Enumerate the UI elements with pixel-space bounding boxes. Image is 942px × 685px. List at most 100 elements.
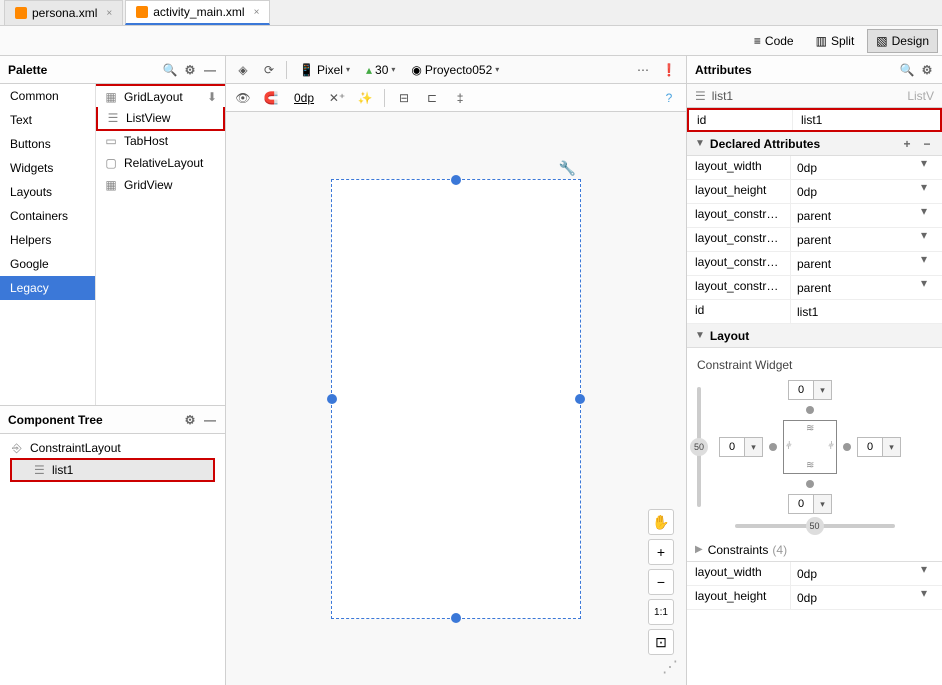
design-canvas[interactable]: 🔧 ⋰ ✋ + − 1:1 ⊡ — [226, 112, 686, 685]
palette-cat-helpers[interactable]: Helpers — [0, 228, 95, 252]
zoom-reset-button[interactable]: ⊡ — [648, 629, 674, 655]
magnet-icon[interactable]: 🧲 — [260, 87, 282, 109]
attr-value[interactable]: parent — [797, 209, 831, 223]
gear-icon[interactable]: ⚙ — [183, 63, 197, 77]
palette-item-listview[interactable]: ☰ ListView — [96, 107, 225, 131]
minimize-icon[interactable]: — — [203, 63, 217, 77]
attr-value[interactable]: parent — [797, 281, 831, 295]
constraint-anchor[interactable] — [806, 406, 814, 414]
palette-cat-common[interactable]: Common — [0, 84, 95, 108]
constraint-anchor[interactable] — [769, 443, 777, 451]
theme-selector[interactable]: ◉ Proyecto052 ▾ — [405, 63, 505, 77]
more-icon[interactable]: ⋯ — [632, 59, 654, 81]
horizontal-bias-slider[interactable]: 50 — [735, 524, 895, 528]
declared-attributes-header[interactable]: ▼ Declared Attributes + − — [687, 132, 942, 156]
constraint-anchor[interactable] — [806, 480, 814, 488]
constraint-box[interactable]: ⫩ ⫩ ≋ ≋ — [783, 420, 837, 474]
view-options-icon[interactable]: 👁 — [232, 87, 254, 109]
view-code-button[interactable]: ≡ Code — [745, 29, 803, 53]
resize-handle-top[interactable] — [451, 175, 461, 185]
resize-handle-right[interactable] — [575, 394, 585, 404]
attr-value[interactable]: parent — [797, 257, 831, 271]
resize-grip-icon[interactable]: ⋰ — [662, 657, 678, 677]
palette-cat-text[interactable]: Text — [0, 108, 95, 132]
margin-bottom-input[interactable]: 0 — [788, 494, 814, 514]
surface-select-icon[interactable]: ◈ — [232, 59, 254, 81]
palette-cat-google[interactable]: Google — [0, 252, 95, 276]
gear-icon[interactable]: ⚙ — [920, 63, 934, 77]
palette-item-gridlayout[interactable]: ▦ GridLayout ⬇ — [96, 84, 225, 108]
attr-value[interactable]: 0dp — [797, 567, 817, 581]
dropdown-icon[interactable]: ▾ — [916, 586, 932, 609]
zoom-in-button[interactable]: + — [648, 539, 674, 565]
view-split-button[interactable]: ▥ Split — [807, 29, 864, 53]
palette-cat-legacy[interactable]: Legacy — [0, 276, 95, 300]
bias-knob[interactable]: 50 — [806, 517, 824, 535]
download-icon[interactable]: ⬇ — [207, 90, 217, 104]
warnings-icon[interactable]: ❗ — [658, 59, 680, 81]
vertical-bias-slider[interactable]: 50 — [697, 387, 701, 507]
device-selector[interactable]: 📱 Pixel ▾ — [293, 63, 356, 77]
palette-cat-buttons[interactable]: Buttons — [0, 132, 95, 156]
bias-knob[interactable]: 50 — [690, 438, 708, 456]
view-design-button[interactable]: ▧ Design — [867, 29, 938, 53]
zoom-out-button[interactable]: − — [648, 569, 674, 595]
help-icon[interactable]: ? — [658, 87, 680, 109]
attr-value[interactable]: 0dp — [797, 185, 817, 199]
margin-right-input[interactable]: 0 — [857, 437, 883, 457]
palette-cat-layouts[interactable]: Layouts — [0, 180, 95, 204]
palette-item-tabhost[interactable]: ▭ TabHost — [96, 130, 225, 152]
margin-top-input[interactable]: 0 — [788, 380, 814, 400]
gear-icon[interactable]: ⚙ — [183, 413, 197, 427]
dropdown-icon[interactable]: ▾ — [883, 437, 901, 457]
layout-section-header[interactable]: ▼ Layout — [687, 324, 942, 348]
dropdown-icon[interactable]: ▾ — [916, 204, 932, 227]
dropdown-icon[interactable]: ▾ — [916, 156, 932, 179]
wrench-icon[interactable]: 🔧 — [559, 160, 576, 177]
close-icon[interactable]: × — [254, 7, 260, 18]
tree-root-constraintlayout[interactable]: ⎆ ConstraintLayout — [4, 438, 221, 458]
minimize-icon[interactable]: — — [203, 413, 217, 427]
orientation-icon[interactable]: ⟳ — [258, 59, 280, 81]
tree-item-list1[interactable]: ☰ list1 — [10, 458, 215, 482]
tab-activity-main[interactable]: activity_main.xml × — [125, 0, 270, 25]
resize-handle-bottom[interactable] — [451, 613, 461, 623]
default-margin[interactable]: 0dp — [288, 91, 320, 105]
device-preview[interactable]: 🔧 — [331, 179, 581, 619]
attr-value[interactable]: 0dp — [797, 161, 817, 175]
add-icon[interactable]: + — [900, 137, 914, 151]
pan-button[interactable]: ✋ — [648, 509, 674, 535]
dropdown-icon[interactable]: ▾ — [745, 437, 763, 457]
infer-constraints-icon[interactable]: ✨ — [354, 87, 376, 109]
palette-item-gridview[interactable]: ▦ GridView — [96, 174, 225, 196]
margin-left-input[interactable]: 0 — [719, 437, 745, 457]
palette-cat-widgets[interactable]: Widgets — [0, 156, 95, 180]
align-left-icon[interactable]: ⊏ — [421, 87, 443, 109]
clear-constraints-icon[interactable]: ✕⁺ — [326, 87, 348, 109]
close-icon[interactable]: × — [106, 8, 112, 19]
dropdown-icon[interactable]: ▾ — [814, 380, 832, 400]
guideline-icon[interactable]: ‡ — [449, 87, 471, 109]
dropdown-icon[interactable]: ▾ — [814, 494, 832, 514]
palette-cat-containers[interactable]: Containers — [0, 204, 95, 228]
dropdown-icon[interactable]: ▾ — [916, 180, 932, 203]
api-selector[interactable]: ▴ 30 ▾ — [360, 63, 401, 77]
zoom-fit-button[interactable]: 1:1 — [648, 599, 674, 625]
remove-icon[interactable]: − — [920, 137, 934, 151]
constraints-section-header[interactable]: ▶ Constraints (4) — [687, 538, 942, 562]
dropdown-icon[interactable]: ▾ — [916, 276, 932, 299]
attr-input-id[interactable] — [799, 112, 934, 128]
resize-handle-left[interactable] — [327, 394, 337, 404]
search-icon[interactable]: 🔍 — [900, 63, 914, 77]
attr-value[interactable]: 0dp — [797, 591, 817, 605]
dropdown-icon[interactable]: ▾ — [916, 252, 932, 275]
dropdown-icon[interactable]: ▾ — [916, 562, 932, 585]
palette-item-relativelayout[interactable]: ▢ RelativeLayout — [96, 152, 225, 174]
search-icon[interactable]: 🔍 — [163, 63, 177, 77]
align-icon[interactable]: ⊟ — [393, 87, 415, 109]
dropdown-icon[interactable]: ▾ — [916, 228, 932, 251]
attr-value[interactable]: list1 — [797, 305, 818, 319]
constraint-anchor[interactable] — [843, 443, 851, 451]
tab-persona[interactable]: persona.xml × — [4, 0, 123, 25]
attr-value[interactable]: parent — [797, 233, 831, 247]
